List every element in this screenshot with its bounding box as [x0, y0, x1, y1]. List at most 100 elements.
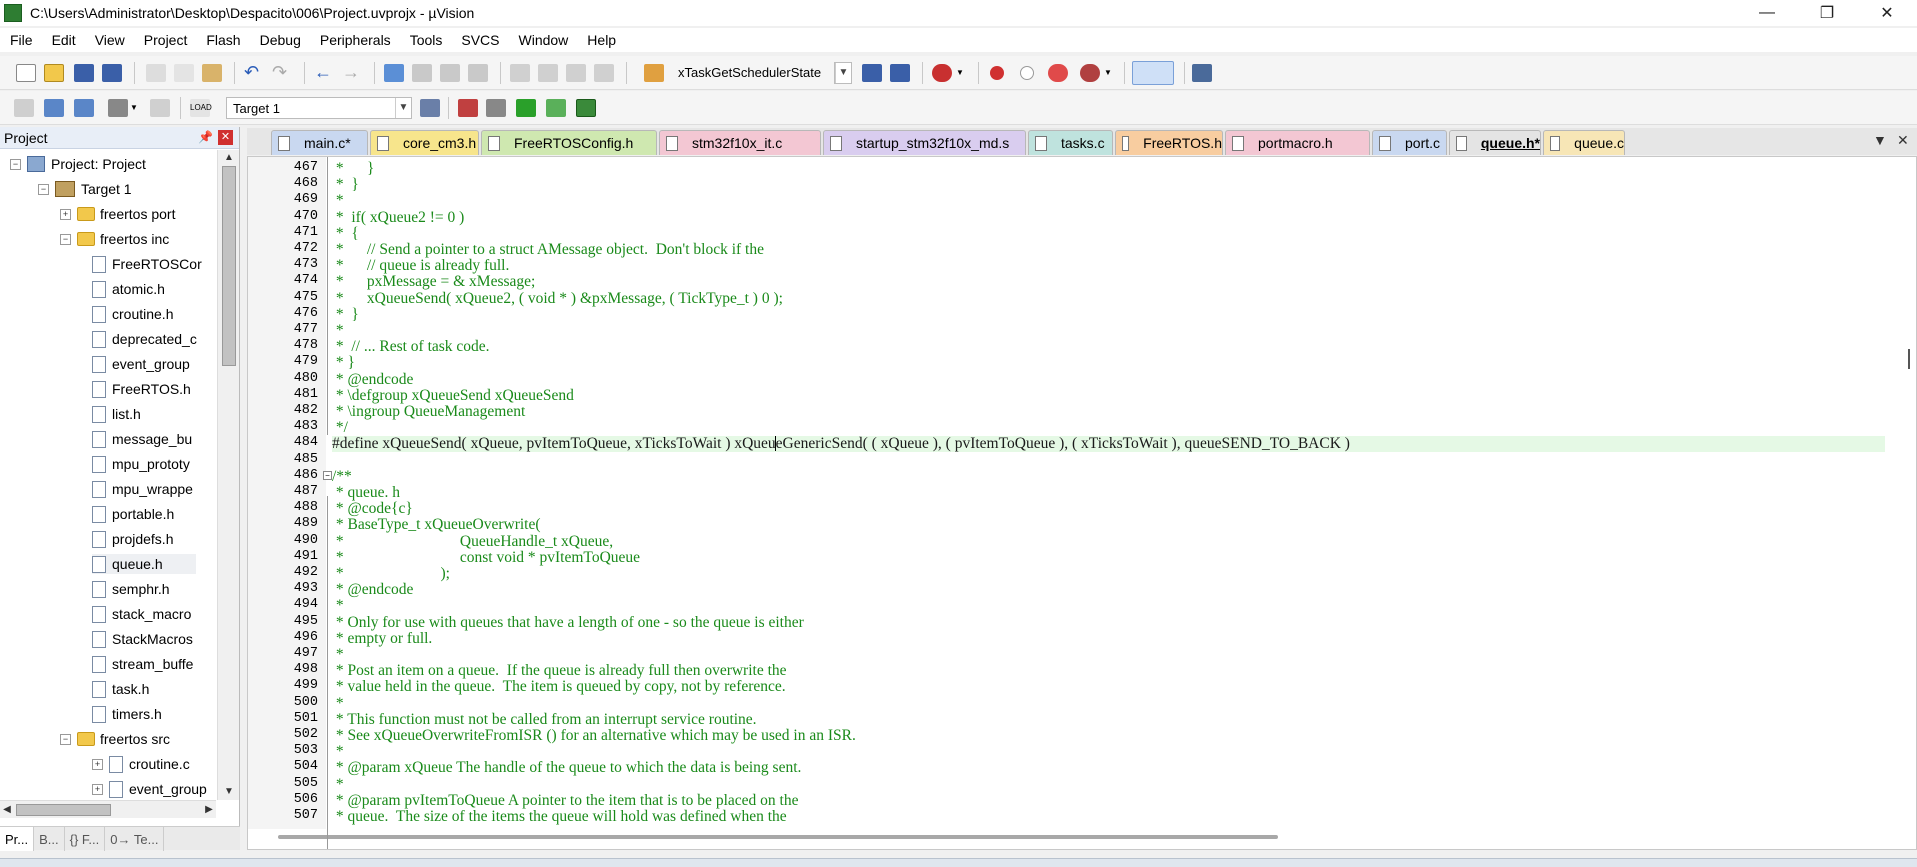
- editor-tab[interactable]: main.c*: [271, 130, 368, 155]
- tree-item[interactable]: mpu_prototy: [92, 454, 190, 474]
- tree-item[interactable]: event_group: [92, 354, 190, 374]
- tree-item[interactable]: FreeRTOSCor: [92, 254, 202, 274]
- tree-item[interactable]: timers.h: [92, 704, 162, 724]
- tree-item[interactable]: message_bu: [92, 429, 192, 449]
- minimize-button[interactable]: —: [1744, 0, 1790, 26]
- batch-build-icon[interactable]: [108, 99, 128, 117]
- tree-item[interactable]: portable.h: [92, 504, 174, 524]
- editor-tab[interactable]: core_cm3.h: [370, 130, 479, 155]
- clear-bookmarks-icon[interactable]: [468, 64, 488, 82]
- load-icon[interactable]: LOAD: [190, 99, 212, 117]
- editor-tab[interactable]: portmacro.h: [1225, 130, 1370, 155]
- undo-icon[interactable]: ↶: [244, 63, 264, 82]
- prev-bookmark-icon[interactable]: [412, 64, 432, 82]
- scroll-thumb[interactable]: [222, 166, 236, 366]
- tab-templates[interactable]: 0→ Te...: [105, 827, 165, 851]
- comment-icon[interactable]: [566, 64, 586, 82]
- navigate-back-icon[interactable]: ←: [314, 63, 334, 82]
- collapse-icon[interactable]: −: [38, 183, 49, 195]
- tree-item[interactable]: mpu_wrappe: [92, 479, 193, 499]
- tree-item[interactable]: semphr.h: [92, 579, 170, 599]
- menu-debug[interactable]: Debug: [260, 32, 301, 48]
- translate-icon[interactable]: [14, 99, 34, 117]
- debug-dropdown-icon[interactable]: ▼: [956, 64, 966, 82]
- manage-project-items-icon[interactable]: [458, 99, 478, 117]
- tree-item[interactable]: croutine.h: [92, 304, 173, 324]
- collapse-icon[interactable]: −: [60, 233, 71, 245]
- tree-item[interactable]: list.h: [92, 404, 141, 424]
- editor-hscroll-thumb[interactable]: [278, 835, 1278, 839]
- close-tab-icon[interactable]: ✕: [1897, 132, 1909, 149]
- breakpoints-window-icon[interactable]: [1080, 64, 1100, 82]
- menu-flash[interactable]: Flash: [206, 32, 240, 48]
- new-file-icon[interactable]: [16, 64, 36, 82]
- copy-icon[interactable]: [174, 64, 194, 82]
- paste-icon[interactable]: [202, 64, 222, 82]
- uncomment-icon[interactable]: [594, 64, 614, 82]
- expand-icon[interactable]: +: [92, 783, 103, 795]
- collapse-icon[interactable]: −: [10, 158, 21, 170]
- project-tree-hscrollbar[interactable]: ◀ ▶: [0, 800, 216, 818]
- editor-tab[interactable]: tasks.c: [1028, 130, 1113, 155]
- configure-icon[interactable]: [1192, 64, 1212, 82]
- scroll-up-icon[interactable]: ▲: [218, 150, 240, 166]
- tree-item[interactable]: FreeRTOS.h: [92, 379, 191, 399]
- tree-item[interactable]: − Project: Project: [10, 154, 146, 174]
- menu-view[interactable]: View: [95, 32, 125, 48]
- expand-icon[interactable]: +: [92, 758, 103, 770]
- scroll-left-icon[interactable]: ◀: [0, 802, 14, 818]
- function-combo[interactable]: xTaskGetSchedulerState: [672, 62, 854, 84]
- function-combo-dropdown[interactable]: ▼: [834, 62, 852, 84]
- editor-tab[interactable]: queue.h*: [1449, 130, 1541, 155]
- find-in-files-icon[interactable]: [644, 64, 664, 82]
- menu-help[interactable]: Help: [587, 32, 616, 48]
- menu-tools[interactable]: Tools: [410, 32, 443, 48]
- tree-item[interactable]: + freertos port: [60, 204, 175, 224]
- open-folder-icon[interactable]: [44, 64, 64, 82]
- tree-item[interactable]: + event_group: [92, 779, 207, 799]
- stop-build-icon[interactable]: [150, 99, 170, 117]
- build-icon[interactable]: [44, 99, 64, 117]
- panel-close-icon[interactable]: ✕: [218, 130, 233, 145]
- bookmark-icon[interactable]: [384, 64, 404, 82]
- tree-item[interactable]: − freertos src: [60, 729, 170, 749]
- close-button[interactable]: ✕: [1864, 0, 1910, 26]
- tree-item[interactable]: − freertos inc: [60, 229, 169, 249]
- tree-item[interactable]: projdefs.h: [92, 529, 173, 549]
- unindent-icon[interactable]: [538, 64, 558, 82]
- rebuild-icon[interactable]: [74, 99, 94, 117]
- pin-icon[interactable]: 📌: [198, 130, 213, 144]
- editor-vscroll-marker[interactable]: [1908, 349, 1910, 369]
- tree-item[interactable]: − Target 1: [38, 179, 132, 199]
- editor-tab[interactable]: startup_stm32f10x_md.s: [823, 130, 1026, 155]
- tab-list-dropdown-icon[interactable]: ▼: [1873, 132, 1887, 148]
- editor-tab[interactable]: FreeRTOS.h: [1115, 130, 1223, 155]
- window-layout-icon[interactable]: [1132, 61, 1174, 85]
- incremental-find-icon[interactable]: [890, 64, 910, 82]
- next-bookmark-icon[interactable]: [440, 64, 460, 82]
- tree-item[interactable]: deprecated_c: [92, 329, 197, 349]
- editor-tab[interactable]: FreeRTOSConfig.h: [481, 130, 657, 155]
- tree-item[interactable]: task.h: [92, 679, 149, 699]
- disable-breakpoint-icon[interactable]: [1020, 66, 1034, 80]
- hscroll-thumb[interactable]: [16, 804, 111, 816]
- editor-tab[interactable]: queue.c: [1543, 130, 1625, 155]
- batch-dropdown-icon[interactable]: ▼: [130, 99, 140, 117]
- pack-installer-icon[interactable]: [576, 99, 596, 117]
- collapse-icon[interactable]: −: [60, 733, 71, 745]
- kill-breakpoints-icon[interactable]: [1048, 64, 1068, 82]
- scroll-down-icon[interactable]: ▼: [218, 784, 240, 800]
- tab-project[interactable]: Pr...: [0, 827, 35, 851]
- target-options-icon[interactable]: [420, 99, 440, 117]
- save-icon[interactable]: [74, 64, 94, 82]
- menu-svcs[interactable]: SVCS: [461, 32, 499, 48]
- tree-item[interactable]: StackMacros: [92, 629, 193, 649]
- tab-functions[interactable]: {} F...: [65, 827, 106, 851]
- manage-run-time-environment-icon[interactable]: [516, 99, 536, 117]
- menu-edit[interactable]: Edit: [52, 32, 76, 48]
- cut-icon[interactable]: [146, 64, 166, 82]
- select-software-packs-icon[interactable]: [546, 99, 566, 117]
- menu-project[interactable]: Project: [144, 32, 188, 48]
- menu-peripherals[interactable]: Peripherals: [320, 32, 391, 48]
- indent-icon[interactable]: [510, 64, 530, 82]
